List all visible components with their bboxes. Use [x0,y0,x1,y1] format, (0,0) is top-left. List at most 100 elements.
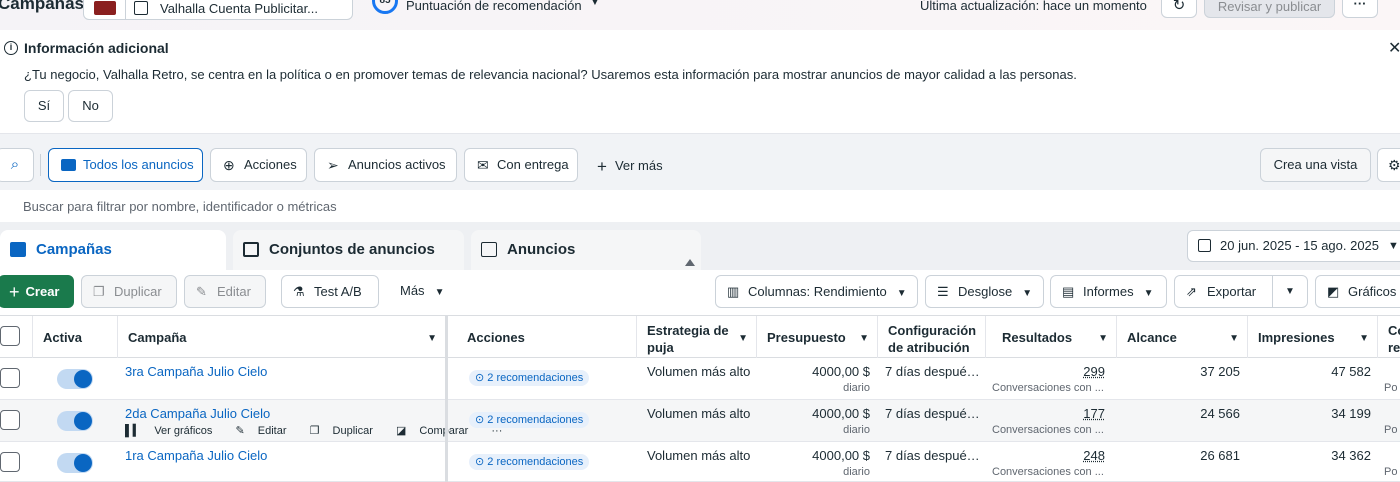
charts-label: Gráficos [1348,284,1397,299]
filter-with-delivery[interactable]: ✉ Con entrega [464,148,578,182]
column-impressions[interactable]: Impresiones ▼ [1248,316,1378,358]
campaign-name-link[interactable]: 1ra Campaña Julio Cielo [125,448,267,463]
bid-strategy-value: Volumen más alto [647,406,751,421]
column-actions[interactable]: Acciones [457,316,637,358]
recommendation-icon: ⊙ [475,414,488,426]
table-row[interactable]: 2da Campaña Julio Cielo ▌▍ Ver gráficos … [0,400,1400,442]
table-row[interactable]: 1ra Campaña Julio Cielo ⊙ 2 recomendacio… [0,442,1400,482]
create-view-button[interactable]: Crea una vista [1260,148,1371,182]
duplicate-link[interactable]: ❐ Duplicar [310,425,383,437]
column-campaign[interactable]: Campaña ▼ [118,316,445,358]
campaign-toggle[interactable] [57,453,93,473]
chevron-down-icon[interactable]: ▼ [738,330,748,347]
more-label: Más [400,283,425,298]
chevron-down-icon[interactable]: ▼ [1359,330,1369,347]
chevron-down-icon: ▼ [1388,240,1399,252]
account-selector[interactable]: Valhalla Cuenta Publicitar... [83,0,353,20]
row-checkbox[interactable] [0,410,20,430]
table-row[interactable]: 3ra Campaña Julio Cielo ⊙ 2 recomendacio… [0,358,1400,400]
recommendations-label: 2 recomendaciones [487,456,584,468]
compare-icon: ◪ [395,425,407,437]
export-button[interactable]: ⇗ Exportar ▼ [1174,275,1308,308]
column-bid-strategy[interactable]: Estrategia de puja ▼ [637,316,757,358]
chevron-down-icon[interactable]: ▼ [1098,330,1108,347]
review-publish-button[interactable]: Revisar y publicar [1204,0,1335,18]
column-results[interactable]: Resultados ▼ [986,316,1117,358]
chevron-down-icon[interactable]: ▼ [1229,330,1239,347]
compare-link-label: Comparar [419,425,469,437]
duplicate-icon: ❐ [309,425,320,437]
yes-button[interactable]: Sí [24,90,64,122]
recommendations-badge[interactable]: ⊙ 2 recomendaciones [469,412,590,428]
chevron-down-icon[interactable]: ▼ [590,0,600,8]
column-attribution[interactable]: Configuración de atribución [878,316,986,358]
search-button[interactable]: ⌕ [0,148,34,182]
recommendations-badge[interactable]: ⊙ 2 recomendaciones [469,370,590,386]
chevron-down-icon[interactable]: ▼ [427,330,437,347]
recommendation-score-badge[interactable]: 85 [372,0,398,14]
column-budget[interactable]: Presupuesto ▼ [757,316,878,358]
chevron-down-icon[interactable]: ▼ [1285,276,1295,307]
reach-value: 26 681 [1200,448,1240,463]
frozen-column-divider[interactable] [445,316,448,482]
recommendations-label: 2 recomendaciones [487,372,584,384]
duplicate-label: Duplicar [114,284,162,299]
recommendations-badge[interactable]: ⊙ 2 recomendaciones [469,454,590,470]
chevron-down-icon[interactable]: ▼ [859,330,869,347]
view-charts-link[interactable]: ▌▍ Ver gráficos [125,425,222,437]
tab-adsets[interactable]: Conjuntos de anuncios [233,230,464,270]
column-reach[interactable]: Alcance ▼ [1117,316,1248,358]
recommendation-icon: ⊙ [475,456,488,468]
see-more-filters[interactable]: + Ver más [597,157,663,177]
campaign-toggle[interactable] [57,369,93,389]
recommendation-icon: ⊙ [475,372,488,384]
create-label: Crear [25,284,60,299]
compare-link[interactable]: ◪ Comparar [396,425,478,437]
results-value[interactable]: 299 [1083,364,1105,379]
grid-icon [243,242,259,257]
campaign-toggle[interactable] [57,411,93,431]
columns-button[interactable]: ▥ Columnas: Rendimiento ▼ [715,275,918,308]
no-button[interactable]: No [68,90,113,122]
divider [1272,276,1273,307]
column-active[interactable]: Activa [33,316,118,358]
column-clipped[interactable]: Co re [1378,316,1400,358]
clipped-value: Po [1384,466,1398,478]
reports-button[interactable]: ▤ Informes ▼ [1050,275,1167,308]
duplicate-button[interactable]: ❐ Duplicar [81,275,177,308]
refresh-button[interactable]: ↻ [1161,0,1197,18]
filter-all-ads[interactable]: Todos los anuncios [48,148,203,182]
more-options-button[interactable]: ··· [1342,0,1378,18]
breakdown-button[interactable]: ☰ Desglose ▼ [925,275,1044,308]
charts-button[interactable]: ◩ Gráficos [1315,275,1400,308]
chart-icon: ◩ [1327,284,1340,299]
breakdown-label: Desglose [958,284,1013,299]
results-value[interactable]: 177 [1083,406,1105,421]
search-input[interactable]: Buscar para filtrar por nombre, identifi… [23,199,337,214]
filter-active-ads[interactable]: ➢ Anuncios activos [314,148,457,182]
select-all-checkbox[interactable] [0,326,20,346]
more-actions-button[interactable]: Más ▼ [386,275,450,308]
close-icon[interactable]: ✕ [1388,38,1400,58]
tab-ads-label: Anuncios [507,241,576,258]
row-checkbox[interactable] [0,452,20,472]
filter-with-delivery-label: Con entrega [497,157,569,172]
edit-link[interactable]: ✎ Editar [235,425,296,437]
settings-sliders-icon[interactable]: ⚙ [1377,148,1400,182]
tab-campaigns[interactable]: Campañas [0,230,226,270]
results-value[interactable]: 248 [1083,448,1105,463]
campaign-name-link[interactable]: 2da Campaña Julio Cielo [125,406,270,421]
row-checkbox[interactable] [0,368,20,388]
table-header: Activa Campaña ▼ Acciones Estrategia de pu… [0,316,1400,358]
tab-ads[interactable]: Anuncios [471,230,701,270]
recommendation-score-label[interactable]: Puntuación de recomendación [406,0,582,13]
chevron-down-icon: ▼ [434,287,445,298]
date-range-picker[interactable]: 20 jun. 2025 - 15 ago. 2025 ▼ [1187,230,1400,262]
create-button[interactable]: + Crear [0,275,74,308]
campaign-name-link[interactable]: 3ra Campaña Julio Cielo [125,364,267,379]
edit-button[interactable]: ✎ Editar [184,275,266,308]
filter-actions[interactable]: ⊕ Acciones [210,148,307,182]
budget-period: diario [843,424,870,436]
export-label: Exportar [1207,284,1257,299]
ab-test-button[interactable]: ⚗ Test A/B [281,275,379,308]
